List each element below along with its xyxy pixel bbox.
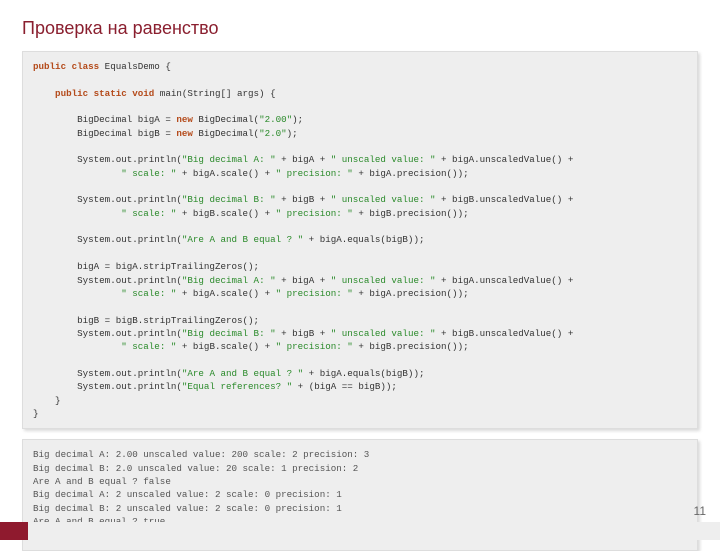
- slide: Проверка на равенство public class Equal…: [0, 0, 720, 540]
- slide-title: Проверка на равенство: [22, 18, 698, 39]
- keyword: public static void: [33, 88, 154, 99]
- keyword: public class: [33, 61, 99, 72]
- page-number: 11: [694, 504, 706, 518]
- footer-bar: [0, 522, 720, 540]
- footer-accent: [0, 522, 28, 540]
- code-block: public class EqualsDemo { public static …: [22, 51, 698, 429]
